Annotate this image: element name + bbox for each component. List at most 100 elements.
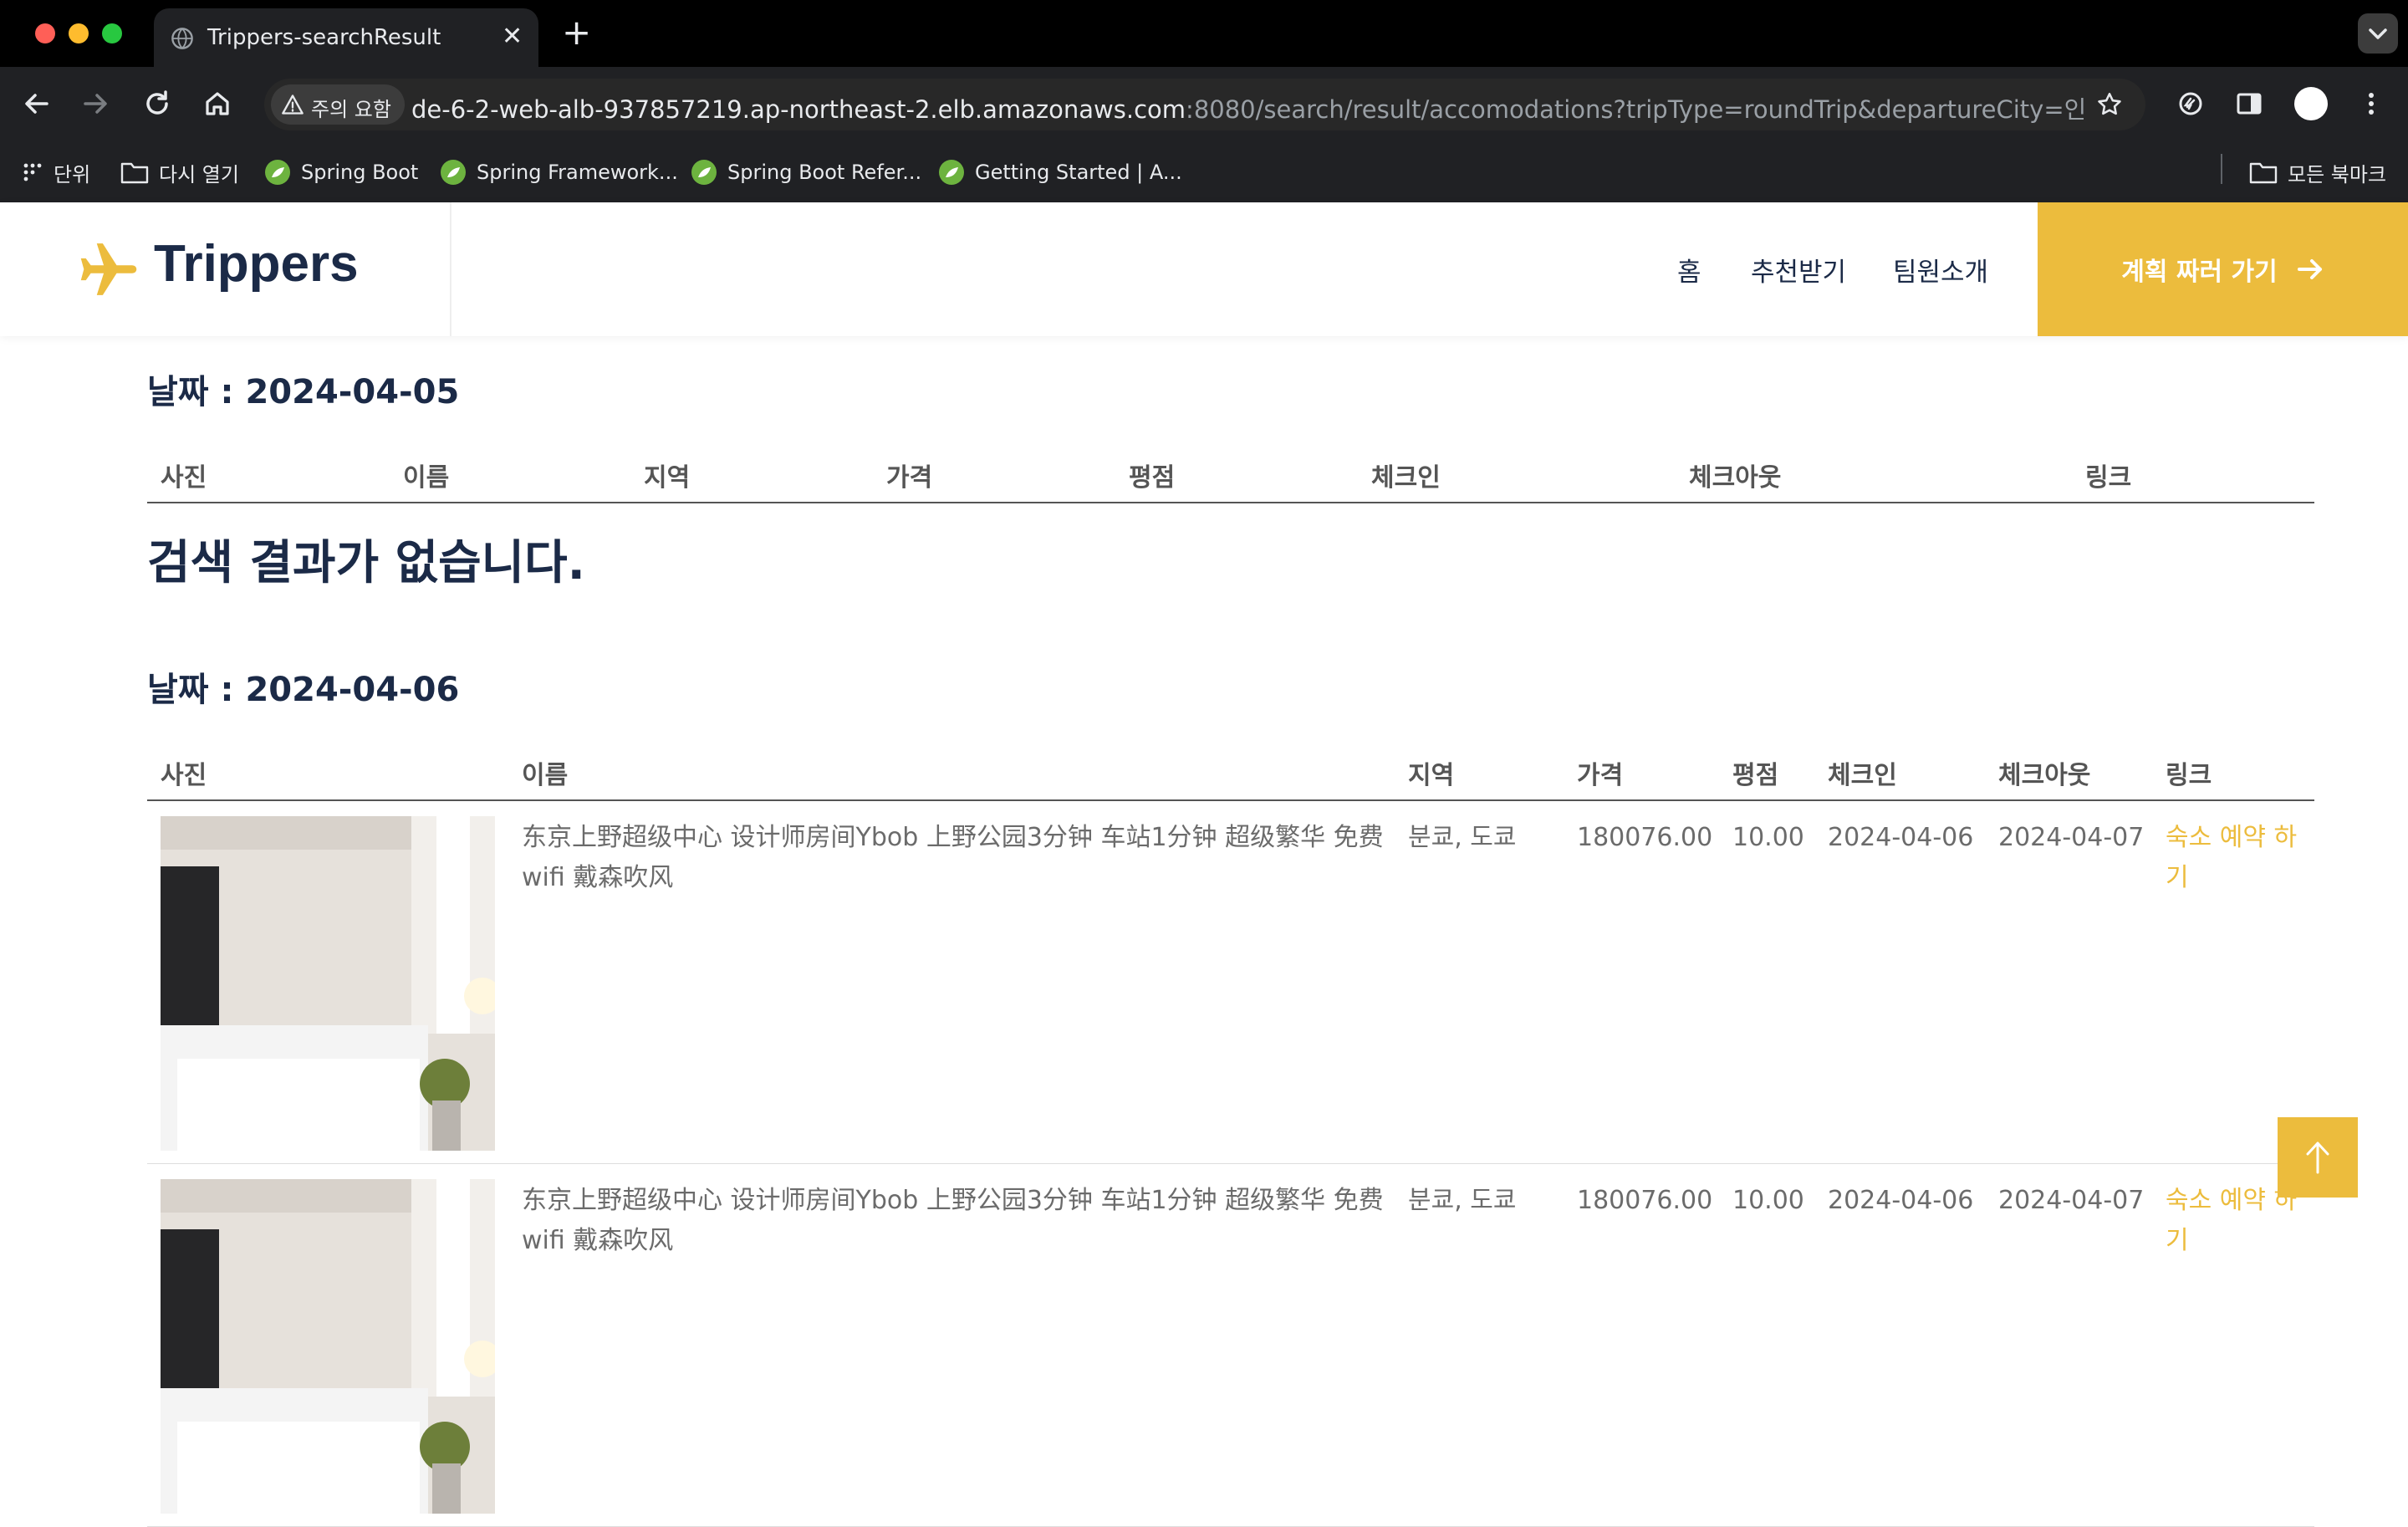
warning-triangle-icon — [282, 94, 304, 115]
security-warning-chip[interactable]: 주의 요함 — [271, 84, 405, 125]
table-header: 사진 이름 지역 가격 평점 체크인 체크아웃 링크 — [147, 438, 2314, 503]
url-text[interactable]: de-6-2-web-alb-937857219.ap-northeast-2.… — [411, 90, 2084, 125]
bookmark-label: Spring Boot Refer... — [727, 161, 922, 184]
extension-icon[interactable] — [2172, 85, 2209, 122]
apps-grid-icon — [23, 163, 42, 181]
bookmark-label: 단위 — [54, 162, 91, 186]
bookmark-getting-started[interactable]: Getting Started | A... — [938, 156, 1182, 189]
bookmarks-divider — [2221, 154, 2222, 184]
room-photo — [161, 816, 495, 1151]
check-out-date: 2024-04-07 — [1998, 823, 2145, 852]
back-arrow-icon[interactable] — [17, 84, 57, 124]
bookmark-apps[interactable]: 단위 — [22, 156, 90, 189]
security-warning-label: 주의 요함 — [311, 98, 391, 121]
arrow-right-icon — [2297, 259, 2322, 279]
profile-avatar[interactable] — [2294, 87, 2328, 120]
home-icon[interactable] — [197, 84, 237, 124]
check-in-date: 2024-04-06 — [1828, 1186, 1974, 1215]
reload-icon[interactable] — [137, 84, 177, 124]
nav-home[interactable]: 홈 — [1677, 251, 1701, 289]
room-photo — [161, 1179, 495, 1514]
spring-leaf-icon — [939, 160, 964, 185]
bookmark-label: Getting Started | A... — [975, 161, 1182, 184]
more-menu-icon[interactable] — [2353, 85, 2390, 122]
accommodation-rating: 10.00 — [1732, 1186, 1804, 1215]
bookmark-spring-boot-reference[interactable]: Spring Boot Refer... — [691, 156, 921, 189]
tab-search-button[interactable] — [2358, 13, 2398, 54]
nav-team[interactable]: 팀원소개 — [1893, 251, 1988, 289]
forward-arrow-icon[interactable] — [75, 84, 115, 124]
back-to-top-button[interactable] — [2278, 1117, 2358, 1198]
bookmark-label: 다시 열기 — [159, 162, 239, 186]
side-panel-icon[interactable] — [2231, 85, 2268, 122]
column-header-check-in: 체크인 — [1828, 761, 1897, 790]
bookmark-folder[interactable]: 다시 열기 — [120, 156, 239, 189]
globe-icon — [171, 28, 193, 49]
spring-leaf-icon — [441, 160, 466, 185]
check-in-date: 2024-04-06 — [1828, 823, 1974, 852]
bookmark-spring-boot[interactable]: Spring Boot — [264, 156, 418, 189]
accommodation-rating: 10.00 — [1732, 823, 1804, 852]
column-header-check-in: 체크인 — [1371, 463, 1441, 493]
accommodation-name: 东京上野超级中心 设计师房间Ybob 上野公园3分钟 车站1分钟 超级繁华 免费… — [522, 823, 1384, 892]
plan-trip-label: 계획 짜러 가기 — [2121, 258, 2278, 287]
folder-icon — [120, 162, 149, 184]
column-header-name: 이름 — [522, 761, 569, 790]
nav-recommend[interactable]: 추천받기 — [1751, 251, 1846, 289]
chevron-down-icon — [2369, 28, 2387, 39]
column-header-name: 이름 — [403, 463, 450, 493]
column-header-region: 지역 — [1408, 761, 1455, 790]
url-path: :8080/search/result/accomodations?tripTy… — [1186, 95, 2084, 124]
book-accommodation-link[interactable]: 숙소 예약 하기 — [2166, 818, 2316, 898]
browser-tab-active[interactable]: Trippers-searchResult ✕ — [154, 8, 538, 67]
tab-strip: Trippers-searchResult ✕ + — [0, 0, 2408, 67]
spring-leaf-icon — [691, 160, 717, 185]
spring-leaf-icon — [265, 160, 290, 185]
arrow-up-icon — [2306, 1141, 2329, 1174]
column-header-rating: 평점 — [1129, 463, 1176, 493]
minimize-window-button[interactable] — [69, 23, 89, 43]
browser-toolbar: 주의 요함 de-6-2-web-alb-937857219.ap-northe… — [0, 67, 2408, 142]
bookmarks-bar: 단위 다시 열기 Spring Boot Spring Framework...… — [0, 142, 2408, 202]
column-header-price: 가격 — [1577, 761, 1624, 790]
accommodation-name: 东京上野超级中心 设计师房间Ybob 上野公园3分钟 车站1分钟 超级繁华 免费… — [522, 1186, 1384, 1255]
check-out-date: 2024-04-07 — [1998, 1186, 2145, 1215]
column-header-photo: 사진 — [161, 463, 207, 493]
airplane-icon — [80, 243, 137, 295]
maximize-window-button[interactable] — [102, 23, 122, 43]
tab-title: Trippers-searchResult — [207, 25, 441, 50]
table-row: 东京上野超级中心 设计师房间Ybob 上野公园3分钟 车站1分钟 超级繁华 免费… — [147, 1164, 2314, 1527]
bookmark-star-icon[interactable] — [2095, 90, 2124, 119]
accommodation-price: 180076.00 — [1577, 823, 1713, 852]
accommodation-price: 180076.00 — [1577, 1186, 1713, 1215]
column-header-check-out: 체크아웃 — [1998, 761, 2091, 790]
accommodation-region: 분쿄, 도쿄 — [1408, 823, 1517, 852]
bookmark-label: Spring Framework... — [477, 161, 678, 184]
column-header-link: 링크 — [2166, 761, 2212, 790]
folder-icon — [2249, 162, 2278, 184]
logo-text: Trippers — [154, 235, 359, 293]
close-window-button[interactable] — [35, 23, 55, 43]
empty-result-message: 검색 결과가 없습니다. — [147, 536, 585, 590]
column-header-price: 가격 — [886, 463, 933, 493]
address-bar[interactable]: 주의 요함 de-6-2-web-alb-937857219.ap-northe… — [264, 79, 2145, 130]
date-heading: 날짜 : 2024-04-06 — [147, 671, 460, 709]
site-header: Trippers 홈 추천받기 팀원소개 계획 짜러 가기 — [0, 202, 2408, 336]
all-bookmarks-label: 모든 북마크 — [2288, 162, 2387, 186]
close-tab-icon[interactable]: ✕ — [502, 22, 523, 52]
bookmark-label: Spring Boot — [301, 161, 419, 184]
bookmark-spring-framework[interactable]: Spring Framework... — [440, 156, 678, 189]
column-header-link: 링크 — [2085, 463, 2132, 493]
table-row: 东京上野超级中心 设计师房间Ybob 上野公园3分钟 车站1分钟 超级繁华 免费… — [147, 801, 2314, 1164]
table-header: 사진 이름 지역 가격 평점 체크인 체크아웃 링크 — [147, 736, 2314, 801]
logo-link[interactable]: Trippers — [0, 202, 452, 336]
column-header-region: 지역 — [644, 463, 691, 493]
accommodation-region: 분쿄, 도쿄 — [1408, 1186, 1517, 1215]
url-host: de-6-2-web-alb-937857219.ap-northeast-2.… — [411, 95, 1186, 124]
all-bookmarks-folder[interactable]: 모든 북마크 — [2249, 156, 2386, 189]
browser-chrome: Trippers-searchResult ✕ + 주의 요함 de-6-2-w… — [0, 0, 2408, 202]
new-tab-button[interactable]: + — [562, 15, 591, 50]
column-header-check-out: 체크아웃 — [1689, 463, 1782, 493]
plan-trip-button[interactable]: 계획 짜러 가기 — [2038, 202, 2408, 336]
date-heading: 날짜 : 2024-04-05 — [147, 373, 460, 411]
